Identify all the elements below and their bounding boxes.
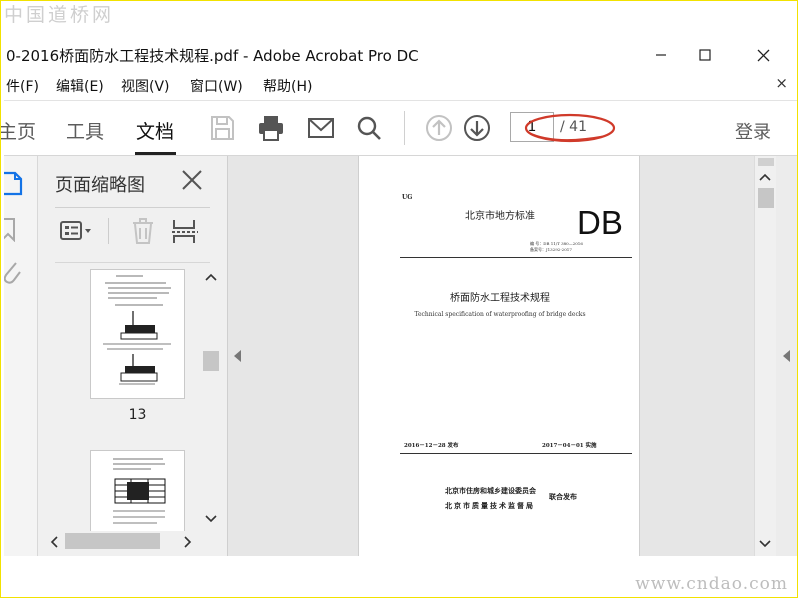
thumbnail-vertical-scrollbar[interactable] (201, 266, 221, 531)
close-panel-icon[interactable] (178, 166, 206, 194)
pdf-codes: 编 号：DB 11/T 380—2016 备案号：J13292-2017 (530, 241, 583, 253)
pdf-rule (400, 453, 632, 454)
page-thumbnails-panel: 页面缩略图 13 (38, 156, 228, 556)
scroll-down-icon[interactable] (205, 514, 217, 524)
page-thumbnail[interactable] (90, 450, 185, 532)
right-pane-rail (776, 156, 798, 556)
page-down-icon[interactable] (462, 113, 492, 143)
pdf-ug-code: UG (402, 194, 413, 201)
scrollbar-cap (758, 158, 774, 166)
tab-home[interactable]: 主页 (0, 117, 36, 144)
toolbar-separator (404, 111, 405, 145)
watermark-bottom: www.cndao.com (635, 574, 788, 594)
tab-tools[interactable]: 工具 (66, 117, 104, 144)
window-title: 0-2016桥面防水工程技术规程.pdf - Adobe Acrobat Pro… (6, 47, 419, 65)
scrollbar-thumb[interactable] (758, 188, 774, 208)
panel-toolbar-separator (108, 218, 109, 244)
attachment-icon[interactable] (4, 259, 30, 285)
tab-document[interactable]: 文档 (136, 117, 174, 144)
pdf-implement-date: 2017－04－01 实施 (542, 443, 597, 449)
save-icon[interactable] (207, 113, 237, 143)
panel-divider (55, 207, 210, 208)
pdf-rule (400, 257, 632, 258)
maximize-icon (699, 49, 711, 61)
menu-window[interactable]: 窗口(W) (190, 76, 243, 96)
menu-close-button[interactable]: × (775, 74, 788, 92)
pdf-chinese-title: 桥面防水工程技术规程 (450, 293, 550, 304)
scroll-left-icon[interactable] (49, 536, 59, 548)
thumbnail-page-number: 13 (128, 407, 147, 423)
menu-edit[interactable]: 编辑(E) (56, 76, 104, 96)
pdf-issuer-quality: 北京市质量技术监督局 (445, 501, 535, 510)
pdf-db-mark: DB (577, 204, 623, 241)
menu-help[interactable]: 帮助(H) (263, 76, 312, 96)
page-thumbnails-icon[interactable] (4, 170, 30, 196)
active-tab-indicator (135, 152, 176, 155)
pdf-english-title: Technical specification of waterproofing… (414, 311, 586, 318)
scrollbar-thumb[interactable] (203, 351, 219, 371)
menu-file[interactable]: 件(F) (6, 76, 39, 96)
menu-bar: 件(F) 编辑(E) 视图(V) 窗口(W) 帮助(H) × (4, 72, 798, 98)
search-icon[interactable] (354, 113, 384, 143)
maximize-button[interactable] (682, 42, 728, 68)
menu-view[interactable]: 视图(V) (121, 76, 170, 96)
thumbnails-panel-title: 页面缩略图 (55, 175, 145, 196)
scroll-up-icon[interactable] (759, 172, 771, 182)
thumbnail-horizontal-scrollbar[interactable] (43, 531, 221, 551)
toolbar: 主页 工具 文档 1 / 41 登录 (0, 100, 798, 156)
document-viewer: UG 北京市地方标准 DB 编 号：DB 11/T 380—2016 备案号：J… (228, 156, 754, 556)
close-icon (757, 49, 769, 61)
scroll-down-icon[interactable] (759, 539, 771, 549)
document-vertical-scrollbar[interactable] (754, 156, 776, 556)
page-total-label: / 41 (560, 119, 587, 135)
panel-divider (55, 262, 210, 263)
close-window-button[interactable] (740, 42, 786, 68)
delete-icon[interactable] (126, 216, 162, 246)
page-up-icon[interactable] (424, 113, 454, 143)
login-button[interactable]: 登录 (735, 118, 771, 144)
thumbnail-page-content (113, 458, 166, 524)
expand-right-panel-icon[interactable] (781, 349, 793, 363)
extract-page-icon[interactable] (168, 216, 204, 246)
minimize-icon (656, 54, 666, 56)
pdf-page: UG 北京市地方标准 DB 编 号：DB 11/T 380—2016 备案号：J… (358, 156, 640, 556)
thumbnail-options-icon[interactable] (58, 216, 94, 246)
pdf-issue-date: 2016－12－28 发布 (404, 443, 459, 449)
scroll-up-icon[interactable] (205, 272, 217, 282)
pdf-joint-issue: 联合发布 (549, 492, 577, 501)
print-icon[interactable] (256, 113, 286, 143)
thumbnail-page-content (103, 275, 171, 385)
page-thumbnail[interactable] (90, 269, 185, 399)
scroll-right-icon[interactable] (183, 536, 193, 548)
collapse-left-panel-icon[interactable] (232, 349, 244, 363)
title-bar: 0-2016桥面防水工程技术规程.pdf - Adobe Acrobat Pro… (4, 38, 798, 72)
scrollbar-thumb[interactable] (65, 533, 160, 549)
minimize-button[interactable] (638, 42, 684, 68)
watermark-top: 中国道桥网 (4, 4, 115, 26)
pdf-issuer-housing: 北京市住房和城乡建设委员会 (445, 486, 536, 495)
page-number-input[interactable]: 1 (510, 112, 554, 142)
bookmark-icon[interactable] (4, 216, 30, 242)
left-navigation-rail (4, 156, 38, 556)
email-icon[interactable] (306, 113, 336, 143)
pdf-record-number: 备案号：J13292-2017 (530, 247, 572, 252)
